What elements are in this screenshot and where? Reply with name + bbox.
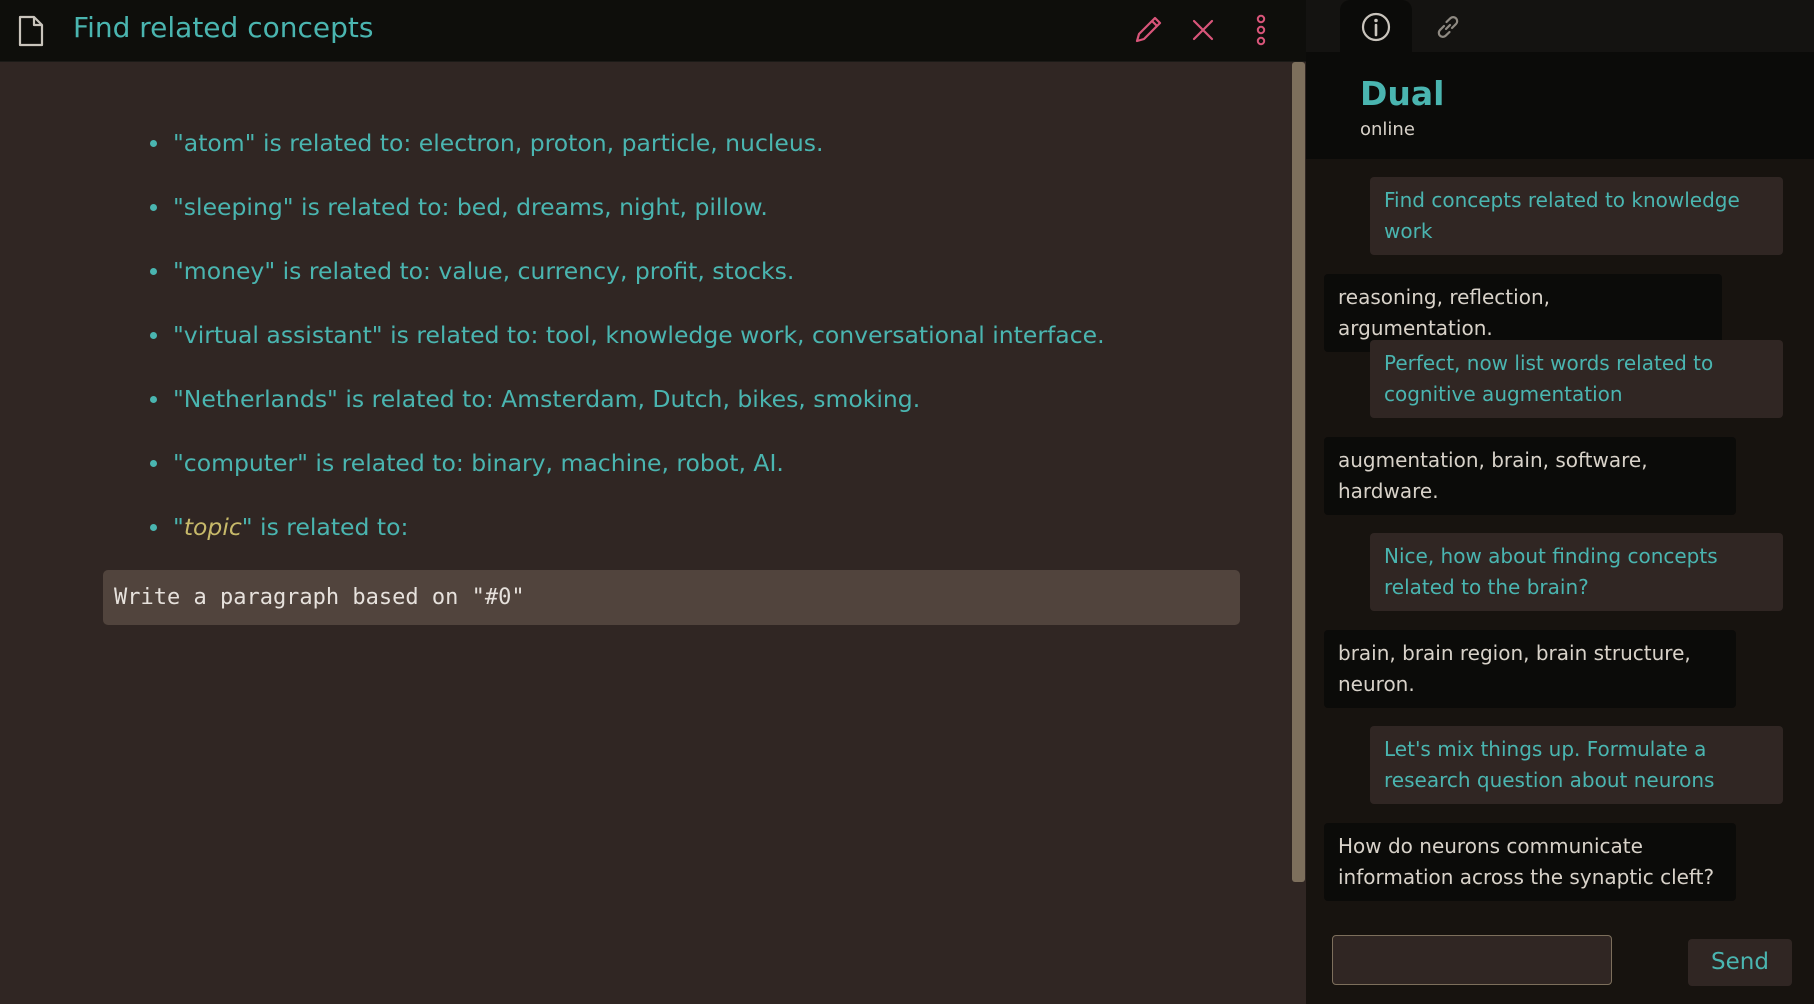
bullet-dot xyxy=(150,332,157,339)
pencil-icon xyxy=(1130,12,1166,48)
list-item-text: "money" is related to: value, currency, … xyxy=(173,257,795,285)
list-item-text: "Netherlands" is related to: Amsterdam, … xyxy=(173,385,921,413)
bullet-dot xyxy=(150,396,157,403)
status-text: online xyxy=(1360,119,1415,140)
close-icon xyxy=(1185,12,1221,48)
bullet-dot xyxy=(150,140,157,147)
chat-input[interactable] xyxy=(1332,935,1612,985)
message-list[interactable]: Find concepts related to knowledge work … xyxy=(1306,159,1814,921)
more-options-button[interactable] xyxy=(1243,12,1279,48)
close-button[interactable] xyxy=(1185,12,1221,48)
bullet-dot xyxy=(150,204,157,211)
list-item-text: "virtual assistant" is related to: tool,… xyxy=(173,321,1105,349)
chat-panel: Dual online Find concepts related to kno… xyxy=(1306,0,1814,1004)
user-message: Nice, how about finding concepts related… xyxy=(1370,533,1783,611)
chat-header: Dual online xyxy=(1306,52,1814,159)
open-quote: " xyxy=(173,513,184,541)
command-block[interactable]: Write a paragraph based on "#0" xyxy=(103,570,1240,625)
bullet-dot xyxy=(150,268,157,275)
editor-header: Find related concepts xyxy=(0,0,1306,62)
assistant-message: How do neurons communicate information a… xyxy=(1324,823,1736,901)
list-item-rest: " is related to: xyxy=(241,513,409,541)
scrollbar-thumb[interactable] xyxy=(1292,62,1305,882)
editor-body[interactable]: "atom" is related to: electron, proton, … xyxy=(0,62,1290,1004)
chat-composer: Send xyxy=(1306,921,1814,1004)
more-vertical-icon xyxy=(1243,12,1279,48)
list-item-text: "sleeping" is related to: bed, dreams, n… xyxy=(173,193,768,221)
document-icon xyxy=(18,15,44,47)
document-title: Find related concepts xyxy=(73,11,374,44)
tab-link[interactable] xyxy=(1412,0,1484,52)
assistant-message: augmentation, brain, software, hardware. xyxy=(1324,437,1736,515)
list-item-text: "topic" is related to: xyxy=(173,507,408,547)
list-item-text: "atom" is related to: electron, proton, … xyxy=(173,129,824,157)
topic-placeholder[interactable]: topic xyxy=(184,513,242,541)
assistant-name: Dual xyxy=(1360,74,1445,113)
assistant-message: brain, brain region, brain structure, ne… xyxy=(1324,630,1736,708)
send-button[interactable]: Send xyxy=(1688,939,1792,986)
user-message: Let's mix things up. Formulate a researc… xyxy=(1370,726,1783,804)
user-message: Perfect, now list words related to cogni… xyxy=(1370,340,1783,418)
list-item-text: "computer" is related to: binary, machin… xyxy=(173,449,784,477)
user-message: Find concepts related to knowledge work xyxy=(1370,177,1783,255)
bullet-dot xyxy=(150,460,157,467)
bullet-dot xyxy=(150,524,157,531)
edit-button[interactable] xyxy=(1130,12,1166,48)
editor-pane: Find related concepts "atom" is related … xyxy=(0,0,1306,1004)
panel-tab-bar xyxy=(1306,0,1814,52)
tab-info[interactable] xyxy=(1340,0,1412,52)
